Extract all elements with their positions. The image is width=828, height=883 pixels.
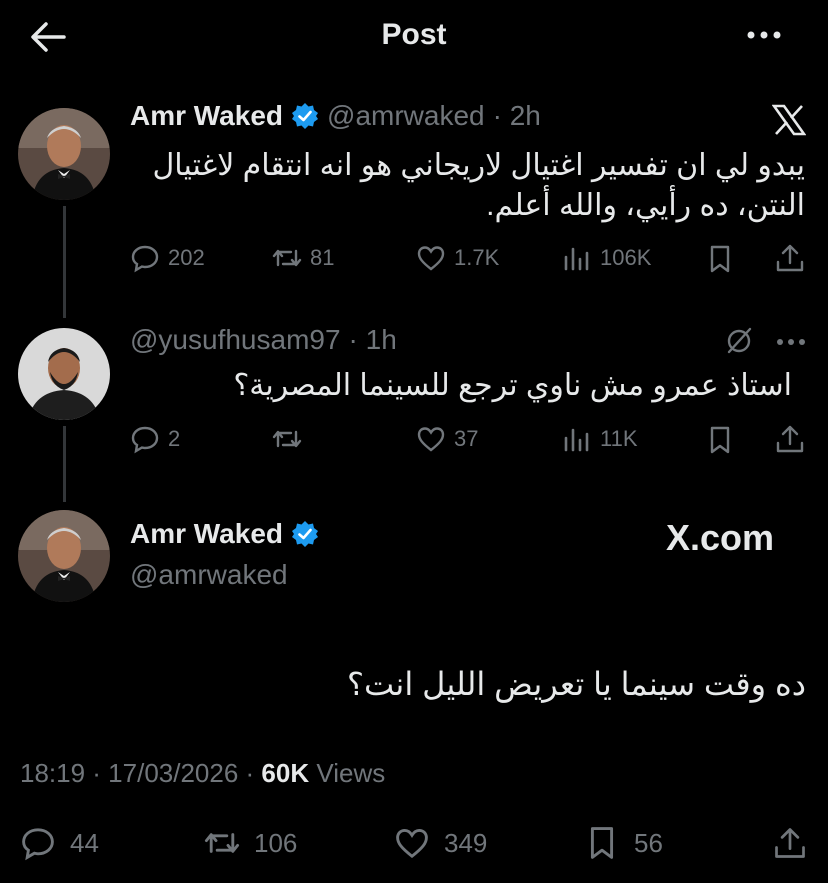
bookmark-icon[interactable] (705, 244, 735, 274)
avatar-image (18, 328, 110, 420)
repost-icon (204, 833, 240, 853)
thread-connector (63, 426, 66, 502)
heart-icon (396, 828, 428, 859)
like-button[interactable]: 1.7K (416, 243, 499, 273)
views-button[interactable]: 106K (562, 243, 651, 273)
main-repost-button[interactable]: 106 (204, 825, 297, 861)
main-post-header: Amr Waked (130, 518, 319, 550)
tweet2-header: @yusufhusam97 · 1h (130, 324, 397, 356)
tweet1-text-line1: يبدو لي ان تفسير اغتيال لاريجاني هو انه … (152, 149, 806, 182)
main-like-button[interactable]: 349 (394, 825, 487, 861)
reply-button[interactable]: 202 (130, 243, 205, 273)
avatar-amr-waked[interactable] (18, 510, 110, 602)
like-count: 349 (444, 827, 488, 858)
reply-icon (131, 426, 159, 454)
repost-icon (272, 249, 302, 267)
repost-count: 81 (310, 245, 335, 270)
main-reply-button[interactable]: 44 (20, 825, 99, 861)
top-bar: Post (0, 0, 828, 72)
views-total: 60K (261, 758, 310, 788)
author-handle[interactable]: @amrwaked (327, 100, 485, 132)
tweet1-text: يبدو لي ان تفسير اغتيال لاريجاني هو انه … (130, 146, 806, 226)
share-icon[interactable] (774, 423, 806, 455)
tweet1-header: Amr Waked @amrwaked · 2h (130, 100, 541, 132)
repost-count: 106 (254, 827, 298, 858)
bookmark-icon[interactable] (705, 425, 735, 455)
post-metadata: 18:19 · 17/03/2026 · 60K Views (20, 758, 385, 789)
like-count: 1.7K (454, 245, 500, 270)
reply-count: 202 (168, 245, 205, 270)
more-options-icon[interactable] (744, 22, 784, 48)
avatar-image (18, 510, 110, 602)
x-com-watermark: X.com (666, 517, 775, 558)
bookmark-count: 56 (634, 827, 663, 858)
reply-icon (22, 828, 54, 861)
heart-icon (417, 427, 445, 452)
views-button[interactable]: 11K (562, 424, 638, 454)
share-icon[interactable] (774, 242, 806, 274)
reply-count: 44 (70, 827, 99, 858)
repost-icon (272, 430, 302, 448)
share-icon[interactable] (772, 825, 808, 861)
views-chart-icon (564, 247, 589, 271)
post-time: · 2h (492, 100, 541, 131)
x-logo-icon (772, 104, 806, 136)
bookmark-icon (590, 827, 614, 859)
tweet1-text-line2: النتن، ده رأيي، والله أعلم. (486, 189, 805, 222)
post-time: · 1h (348, 324, 397, 355)
verified-badge-icon (292, 103, 319, 129)
reply-icon (131, 245, 159, 273)
reply-count: 2 (168, 426, 181, 451)
thread-connector (63, 206, 66, 318)
verified-badge-icon (292, 521, 319, 547)
reply-button[interactable]: 2 (130, 424, 180, 454)
views-count: 106K (600, 245, 652, 270)
like-count: 37 (454, 426, 479, 451)
like-button[interactable]: 37 (416, 424, 478, 454)
main-post-text: ده وقت سينما يا تعريض الليل انت؟ (347, 666, 806, 702)
post-timestamp[interactable]: 18:19 · 17/03/2026 · (20, 758, 254, 788)
avatar-amr-waked[interactable] (18, 108, 110, 200)
tweet2-text: استاذ عمرو مش ناوي ترجع للسينما المصرية؟ (233, 369, 792, 402)
more-options-icon[interactable] (774, 332, 808, 352)
author-name[interactable]: Amr Waked (130, 518, 283, 550)
avatar-image (18, 108, 110, 200)
main-bookmark-button[interactable]: 56 (584, 825, 663, 861)
page-title: Post (381, 18, 447, 51)
views-label: Views (316, 758, 386, 788)
avatar-yusufhusam97[interactable] (18, 328, 110, 420)
author-name[interactable]: Amr Waked (130, 100, 283, 132)
author-handle[interactable]: @yusufhusam97 (130, 324, 341, 356)
grok-icon[interactable] (724, 326, 754, 356)
repost-button[interactable] (272, 424, 310, 454)
views-count: 11K (600, 426, 638, 451)
heart-icon (417, 246, 445, 271)
views-chart-icon (564, 428, 589, 452)
repost-button[interactable]: 81 (272, 243, 334, 273)
author-handle[interactable]: @amrwaked (130, 559, 288, 591)
